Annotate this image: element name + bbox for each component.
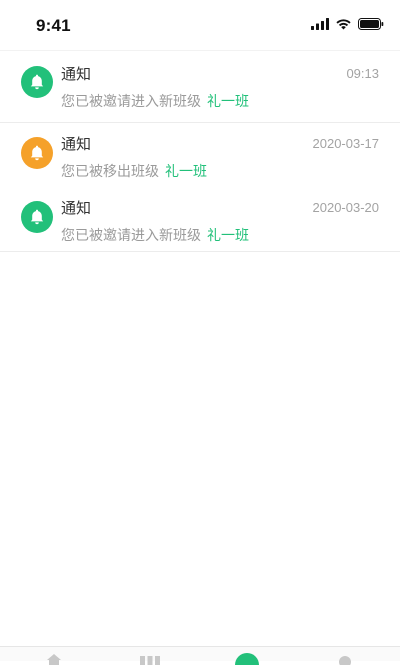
notification-item[interactable]: 通知 09:13 您已被邀请进入新班级 礼一班 bbox=[0, 52, 400, 122]
list-divider bbox=[0, 251, 400, 252]
tab-grid[interactable] bbox=[140, 650, 160, 665]
cellular-signal-icon bbox=[311, 15, 329, 34]
tab-home[interactable] bbox=[44, 650, 64, 665]
notification-item[interactable]: 通知 2020-03-17 您已被移出班级 礼一班 bbox=[0, 123, 400, 187]
notification-title: 通知 bbox=[61, 199, 92, 217]
wifi-icon bbox=[335, 15, 352, 34]
notification-time: 2020-03-17 bbox=[312, 136, 380, 151]
status-bar: 9:41 bbox=[0, 0, 400, 50]
bell-icon bbox=[21, 66, 53, 98]
tab-messages[interactable] bbox=[235, 650, 259, 665]
class-name-link[interactable]: 礼一班 bbox=[207, 94, 249, 110]
message-text: 您已被移出班级 bbox=[61, 164, 159, 180]
status-time: 9:41 bbox=[36, 16, 71, 35]
grid-icon bbox=[139, 650, 161, 669]
notification-title: 通知 bbox=[61, 65, 92, 83]
tab-profile[interactable] bbox=[335, 650, 355, 668]
notification-message: 您已被移出班级 礼一班 bbox=[61, 163, 207, 181]
profile-icon bbox=[336, 650, 354, 669]
battery-icon bbox=[358, 15, 384, 34]
notification-time: 2020-03-20 bbox=[312, 200, 380, 215]
class-name-link[interactable]: 礼一班 bbox=[165, 164, 207, 180]
notification-list: 通知 09:13 您已被邀请进入新班级 礼一班 通知 2020-03-17 您已被… bbox=[0, 52, 400, 252]
message-icon bbox=[235, 650, 259, 669]
notification-message: 您已被邀请进入新班级 礼一班 bbox=[61, 227, 249, 245]
notification-time: 09:13 bbox=[346, 66, 379, 81]
notification-message: 您已被邀请进入新班级 礼一班 bbox=[61, 93, 249, 111]
bell-icon bbox=[21, 201, 53, 233]
message-text: 您已被邀请进入新班级 bbox=[61, 94, 201, 110]
message-text: 您已被邀请进入新班级 bbox=[61, 228, 201, 244]
status-icons bbox=[311, 16, 384, 32]
class-name-link[interactable]: 礼一班 bbox=[207, 228, 249, 244]
header-divider bbox=[0, 50, 400, 51]
bottom-tab-bar bbox=[0, 646, 400, 668]
notification-item[interactable]: 通知 2020-03-20 您已被邀请进入新班级 礼一班 bbox=[0, 187, 400, 251]
notification-title: 通知 bbox=[61, 135, 92, 153]
bell-icon bbox=[21, 137, 53, 169]
home-icon bbox=[44, 650, 64, 669]
